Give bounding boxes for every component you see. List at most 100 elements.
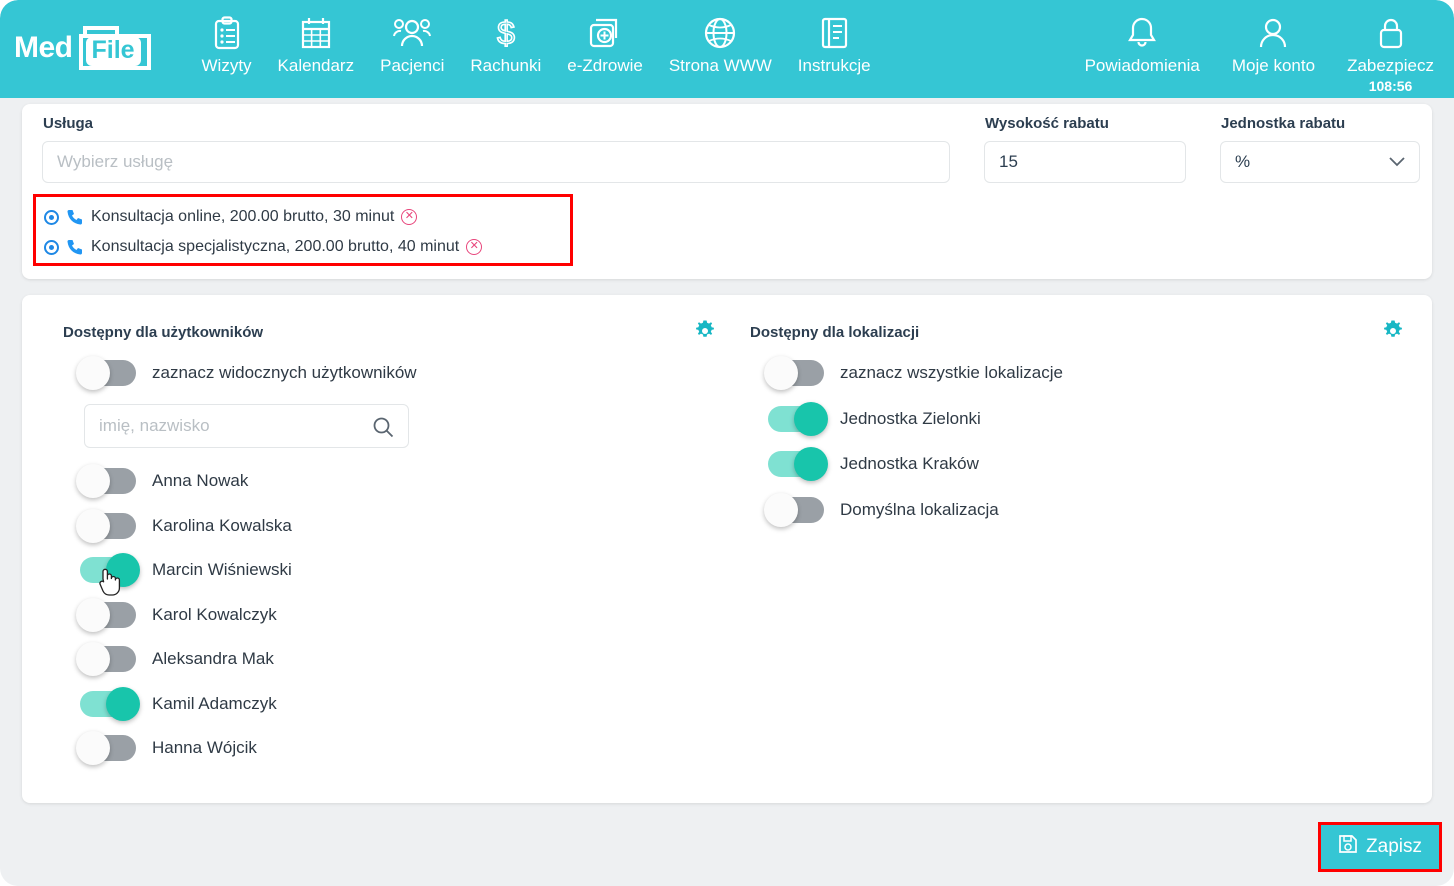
brand-file-logo: File — [77, 22, 153, 74]
remove-service-icon[interactable]: ✕ — [466, 239, 483, 255]
user-row[interactable]: Anna Nowak — [76, 459, 292, 504]
book-icon — [819, 12, 849, 54]
location-row[interactable]: Jednostka Kraków — [768, 442, 999, 488]
users-section-title: Dostępny dla użytkowników — [63, 324, 264, 341]
user-row[interactable]: Kamil Adamczyk — [80, 682, 292, 727]
nav-item-wizyty[interactable]: Wizyty — [189, 0, 265, 76]
user-row[interactable]: Karolina Kowalska — [76, 504, 292, 549]
locations-section-title: Dostępny dla lokalizacji — [750, 324, 920, 341]
user-row[interactable]: Karol Kowalczyk — [76, 593, 292, 638]
nav-right-items: Powiadomienia Moje konto Zabezpiecz 108:… — [1069, 0, 1450, 94]
select-all-locations-row[interactable]: zaznacz wszystkie lokalizacje — [764, 351, 1063, 395]
user-toggle[interactable] — [76, 731, 136, 766]
select-visible-users-label: zaznacz widocznych użytkowników — [152, 363, 417, 382]
location-toggle-list: Jednostka Zielonki Jednostka Kraków Domy… — [764, 396, 999, 533]
nav-item-e-zdrowie[interactable]: e-Zdrowie — [554, 0, 656, 76]
nav-label: Rachunki — [470, 56, 542, 75]
user-name: Kamil Adamczyk — [152, 693, 277, 713]
svg-text:$: $ — [497, 15, 515, 51]
select-visible-users-toggle[interactable] — [76, 356, 136, 390]
discount-amount-label: Wysokość rabatu — [985, 115, 1109, 132]
session-timer: 108:56 — [1368, 78, 1413, 94]
top-navigation-bar: Med File Wizyty Kalendarz Pacjenci $ Rac… — [0, 0, 1454, 98]
discount-amount-input[interactable]: 15 — [984, 141, 1186, 183]
nav-item-rachunki[interactable]: $ Rachunki — [457, 0, 554, 76]
app-page: Med File Wizyty Kalendarz Pacjenci $ Rac… — [0, 0, 1454, 886]
radio-selected-icon[interactable] — [44, 209, 59, 225]
service-select-input[interactable]: Wybierz usługę — [42, 141, 950, 183]
bell-icon — [1127, 12, 1157, 54]
locations-settings-gear-icon[interactable] — [1382, 320, 1404, 347]
nav-item-strona-www[interactable]: Strona WWW — [656, 0, 785, 76]
calendar-icon — [300, 12, 332, 54]
location-toggle[interactable] — [764, 492, 824, 527]
nav-item-instrukcje[interactable]: Instrukcje — [785, 0, 884, 76]
user-toggle[interactable] — [76, 464, 136, 499]
save-button[interactable]: Zapisz — [1321, 825, 1439, 869]
selected-service-row[interactable]: Konsultacja specjalistyczna, 200.00 brut… — [36, 232, 570, 262]
save-button-highlight: Zapisz — [1318, 822, 1442, 872]
nav-label: Powiadomienia — [1084, 56, 1200, 75]
nav-label: e-Zdrowie — [567, 56, 643, 75]
service-select-placeholder: Wybierz usługę — [57, 152, 174, 171]
user-name: Karolina Kowalska — [152, 515, 292, 535]
nav-label: Pacjenci — [380, 56, 445, 75]
main-nav-items: Wizyty Kalendarz Pacjenci $ Rachunki e-Z… — [189, 0, 884, 76]
discount-unit-value: % — [1235, 152, 1251, 171]
users-settings-gear-icon[interactable] — [694, 320, 716, 347]
user-toggle[interactable] — [76, 508, 136, 543]
user-name: Aleksandra Mak — [152, 649, 274, 669]
discount-amount-value: 15 — [999, 152, 1018, 171]
user-toggle[interactable] — [80, 553, 140, 588]
user-name: Hanna Wójcik — [152, 738, 257, 758]
user-toggle[interactable] — [76, 597, 136, 632]
radio-selected-icon[interactable] — [44, 239, 59, 255]
availability-card: Dostępny dla użytkowników zaznacz widocz… — [22, 295, 1432, 803]
nav-label: Kalendarz — [277, 56, 355, 75]
nav-label: Instrukcje — [797, 56, 871, 75]
remove-service-icon[interactable]: ✕ — [401, 209, 418, 225]
medical-card-icon — [588, 12, 622, 54]
user-row[interactable]: Aleksandra Mak — [76, 637, 292, 682]
selected-service-row[interactable]: Konsultacja online, 200.00 brutto, 30 mi… — [36, 202, 570, 232]
people-icon — [393, 12, 432, 54]
location-toggle[interactable] — [768, 401, 828, 436]
location-row[interactable]: Domyślna lokalizacja — [764, 487, 999, 533]
location-toggle[interactable] — [768, 447, 828, 482]
globe-icon — [703, 12, 737, 54]
nav-label: Moje konto — [1231, 56, 1316, 75]
lock-icon — [1376, 12, 1406, 54]
nav-label: Zabezpiecz — [1347, 56, 1434, 75]
discount-unit-label: Jednostka rabatu — [1221, 115, 1346, 132]
phone-icon — [67, 209, 83, 225]
save-button-label: Zapisz — [1366, 836, 1422, 857]
user-name: Marcin Wiśniewski — [152, 560, 292, 580]
search-icon[interactable] — [372, 416, 394, 443]
chevron-down-icon — [1389, 157, 1405, 167]
select-all-locations-label: zaznacz wszystkie lokalizacje — [840, 363, 1063, 382]
nav-item-zabezpiecz[interactable]: Zabezpiecz 108:56 — [1331, 0, 1450, 94]
user-row[interactable]: Marcin Wiśniewski — [80, 548, 292, 593]
select-visible-users-row[interactable]: zaznacz widocznych użytkowników — [76, 351, 417, 395]
user-search-placeholder: imię, nazwisko — [99, 416, 210, 435]
nav-item-pacjenci[interactable]: Pacjenci — [367, 0, 457, 76]
selected-service-text: Konsultacja specjalistyczna, 200.00 brut… — [91, 238, 460, 255]
user-row[interactable]: Hanna Wójcik — [76, 726, 292, 771]
user-toggle[interactable] — [76, 642, 136, 677]
user-toggle[interactable] — [80, 686, 140, 721]
phone-icon — [67, 239, 83, 255]
user-search-input[interactable]: imię, nazwisko — [84, 404, 409, 448]
location-name: Domyślna lokalizacja — [840, 499, 999, 519]
discount-unit-select[interactable]: % — [1220, 141, 1420, 183]
brand-logo[interactable]: Med File — [14, 22, 153, 74]
nav-item-powiadomienia[interactable]: Powiadomienia — [1069, 0, 1216, 76]
nav-item-moje-konto[interactable]: Moje konto — [1216, 0, 1331, 76]
nav-item-kalendarz[interactable]: Kalendarz — [265, 0, 368, 76]
clipboard-icon — [212, 12, 242, 54]
nav-label: Strona WWW — [668, 56, 772, 75]
brand-file-text: File — [85, 37, 141, 66]
user-name: Anna Nowak — [152, 471, 249, 491]
select-all-locations-toggle[interactable] — [764, 356, 824, 390]
location-row[interactable]: Jednostka Zielonki — [768, 396, 999, 442]
service-label: Usługa — [43, 115, 94, 132]
